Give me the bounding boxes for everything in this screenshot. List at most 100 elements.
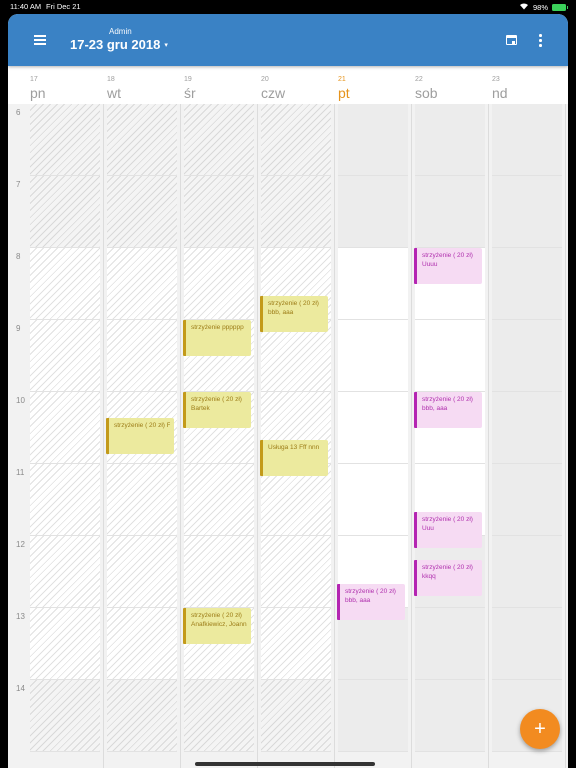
event-title: strzyżenie ( 20 zł) bbox=[422, 396, 473, 403]
day-number: 22 bbox=[415, 76, 423, 83]
day-header-czw[interactable]: 20 czw bbox=[261, 66, 331, 104]
calendar-today-icon[interactable] bbox=[504, 32, 520, 48]
time-slot[interactable] bbox=[107, 104, 177, 176]
appointment-event[interactable]: strzyżenie ( 20 zł) Anafkiewicz, Joanna bbox=[183, 608, 251, 644]
appointment-event[interactable]: strzyżenie ( 20 zł) Uuu bbox=[414, 512, 482, 548]
time-slot[interactable] bbox=[107, 536, 177, 608]
time-slot[interactable] bbox=[492, 392, 562, 464]
appointment-event[interactable]: Usługa 13 Fff nnn bbox=[260, 440, 328, 476]
appointment-event[interactable]: strzyżenie ( 20 zł) Bartek bbox=[183, 392, 251, 428]
time-slot[interactable] bbox=[415, 608, 485, 680]
time-slot[interactable] bbox=[184, 536, 254, 608]
time-slot[interactable] bbox=[261, 608, 331, 680]
add-event-button[interactable]: + bbox=[520, 709, 560, 749]
time-slot[interactable] bbox=[107, 464, 177, 536]
time-slot[interactable] bbox=[107, 608, 177, 680]
time-slot[interactable] bbox=[261, 680, 331, 752]
event-client: bbb, aaa bbox=[268, 309, 294, 316]
day-header-sob[interactable]: 22 sob bbox=[415, 66, 485, 104]
day-number: 19 bbox=[184, 76, 192, 83]
more-vertical-icon[interactable] bbox=[534, 32, 546, 48]
day-number: 21 bbox=[338, 76, 346, 83]
status-bar: 11:40 AM Fri Dec 21 98% bbox=[0, 0, 576, 14]
appointment-event[interactable]: strzyżenie ( 20 zł) bbb, aaa bbox=[414, 392, 482, 428]
day-column-nd[interactable] bbox=[492, 104, 562, 768]
column-divider bbox=[180, 104, 181, 768]
time-slot[interactable] bbox=[261, 104, 331, 176]
hour-label: 13 bbox=[16, 612, 25, 621]
time-slot[interactable] bbox=[492, 248, 562, 320]
time-slot[interactable] bbox=[30, 176, 100, 248]
time-slot[interactable] bbox=[184, 680, 254, 752]
day-name: pt bbox=[338, 85, 350, 101]
time-slot[interactable] bbox=[30, 464, 100, 536]
time-slot[interactable] bbox=[107, 248, 177, 320]
time-slot[interactable] bbox=[415, 104, 485, 176]
time-slot[interactable] bbox=[415, 320, 485, 392]
time-slot[interactable] bbox=[30, 536, 100, 608]
appointment-event[interactable]: strzyżenie ( 20 zł) kkqq bbox=[414, 560, 482, 596]
week-grid[interactable]: 6 7 8 9 10 11 12 13 14 strzyżenie ( 20 zł) Fff str… bbox=[8, 104, 568, 768]
time-slot[interactable] bbox=[107, 176, 177, 248]
time-slot[interactable] bbox=[107, 680, 177, 752]
time-slot[interactable] bbox=[338, 176, 408, 248]
day-number: 20 bbox=[261, 76, 269, 83]
hour-label: 12 bbox=[16, 540, 25, 549]
time-slot[interactable] bbox=[107, 320, 177, 392]
time-slot[interactable] bbox=[492, 320, 562, 392]
time-slot[interactable] bbox=[415, 176, 485, 248]
time-slot[interactable] bbox=[184, 248, 254, 320]
time-slot[interactable] bbox=[338, 104, 408, 176]
day-header-pn[interactable]: 17 pn bbox=[30, 66, 100, 104]
time-slot[interactable] bbox=[492, 608, 562, 680]
user-name: Admin bbox=[109, 27, 132, 36]
time-slot[interactable] bbox=[338, 464, 408, 536]
time-slot[interactable] bbox=[338, 248, 408, 320]
day-column-pn[interactable] bbox=[30, 104, 100, 768]
time-slot[interactable] bbox=[338, 392, 408, 464]
time-slot[interactable] bbox=[30, 248, 100, 320]
appointment-event[interactable]: strzyżenie ( 20 zł) Fff bbox=[106, 418, 174, 455]
appointment-event[interactable]: strzyżenie pppppp bbox=[183, 320, 251, 356]
day-header-pt[interactable]: 21 pt bbox=[338, 66, 408, 104]
time-slot[interactable] bbox=[338, 320, 408, 392]
time-slot[interactable] bbox=[30, 104, 100, 176]
app-bar: Admin 17-23 gru 2018 ▾ bbox=[8, 14, 568, 66]
hour-label: 7 bbox=[16, 180, 21, 189]
time-slot[interactable] bbox=[415, 680, 485, 752]
time-slot[interactable] bbox=[492, 536, 562, 608]
time-slot[interactable] bbox=[261, 176, 331, 248]
time-slot[interactable] bbox=[492, 104, 562, 176]
time-slot[interactable] bbox=[184, 464, 254, 536]
time-slot[interactable] bbox=[184, 176, 254, 248]
date-range-selector[interactable]: 17-23 gru 2018 ▾ bbox=[70, 37, 168, 52]
time-slot[interactable] bbox=[492, 176, 562, 248]
day-header-wt[interactable]: 18 wt bbox=[107, 66, 177, 104]
day-header-śr[interactable]: 19 śr bbox=[184, 66, 254, 104]
day-column-czw[interactable] bbox=[261, 104, 331, 768]
time-slot[interactable] bbox=[30, 320, 100, 392]
appointment-event[interactable]: strzyżenie ( 20 zł) bbb, aaa bbox=[260, 296, 328, 332]
event-title: strzyżenie ( 20 zł) bbox=[422, 516, 473, 523]
event-client: Uuuu bbox=[422, 261, 438, 268]
time-slot[interactable] bbox=[184, 104, 254, 176]
day-header-nd[interactable]: 23 nd bbox=[492, 66, 562, 104]
chevron-down-icon: ▾ bbox=[164, 41, 168, 49]
day-column-sob[interactable] bbox=[415, 104, 485, 768]
hamburger-menu-icon[interactable] bbox=[28, 28, 52, 52]
column-divider bbox=[488, 104, 489, 768]
day-column-pt[interactable] bbox=[338, 104, 408, 768]
column-divider bbox=[103, 104, 104, 768]
time-slot[interactable] bbox=[30, 680, 100, 752]
time-slot[interactable] bbox=[30, 392, 100, 464]
appointment-event[interactable]: strzyżenie ( 20 zł) bbb, aaa bbox=[337, 584, 405, 620]
appointment-event[interactable]: strzyżenie ( 20 zł) Uuuu bbox=[414, 248, 482, 284]
day-name: pn bbox=[30, 85, 46, 101]
time-slot[interactable] bbox=[261, 536, 331, 608]
day-number: 23 bbox=[492, 76, 500, 83]
time-slot[interactable] bbox=[30, 608, 100, 680]
time-slot[interactable] bbox=[492, 464, 562, 536]
day-name: nd bbox=[492, 85, 508, 101]
day-column-śr[interactable] bbox=[184, 104, 254, 768]
time-slot[interactable] bbox=[338, 680, 408, 752]
